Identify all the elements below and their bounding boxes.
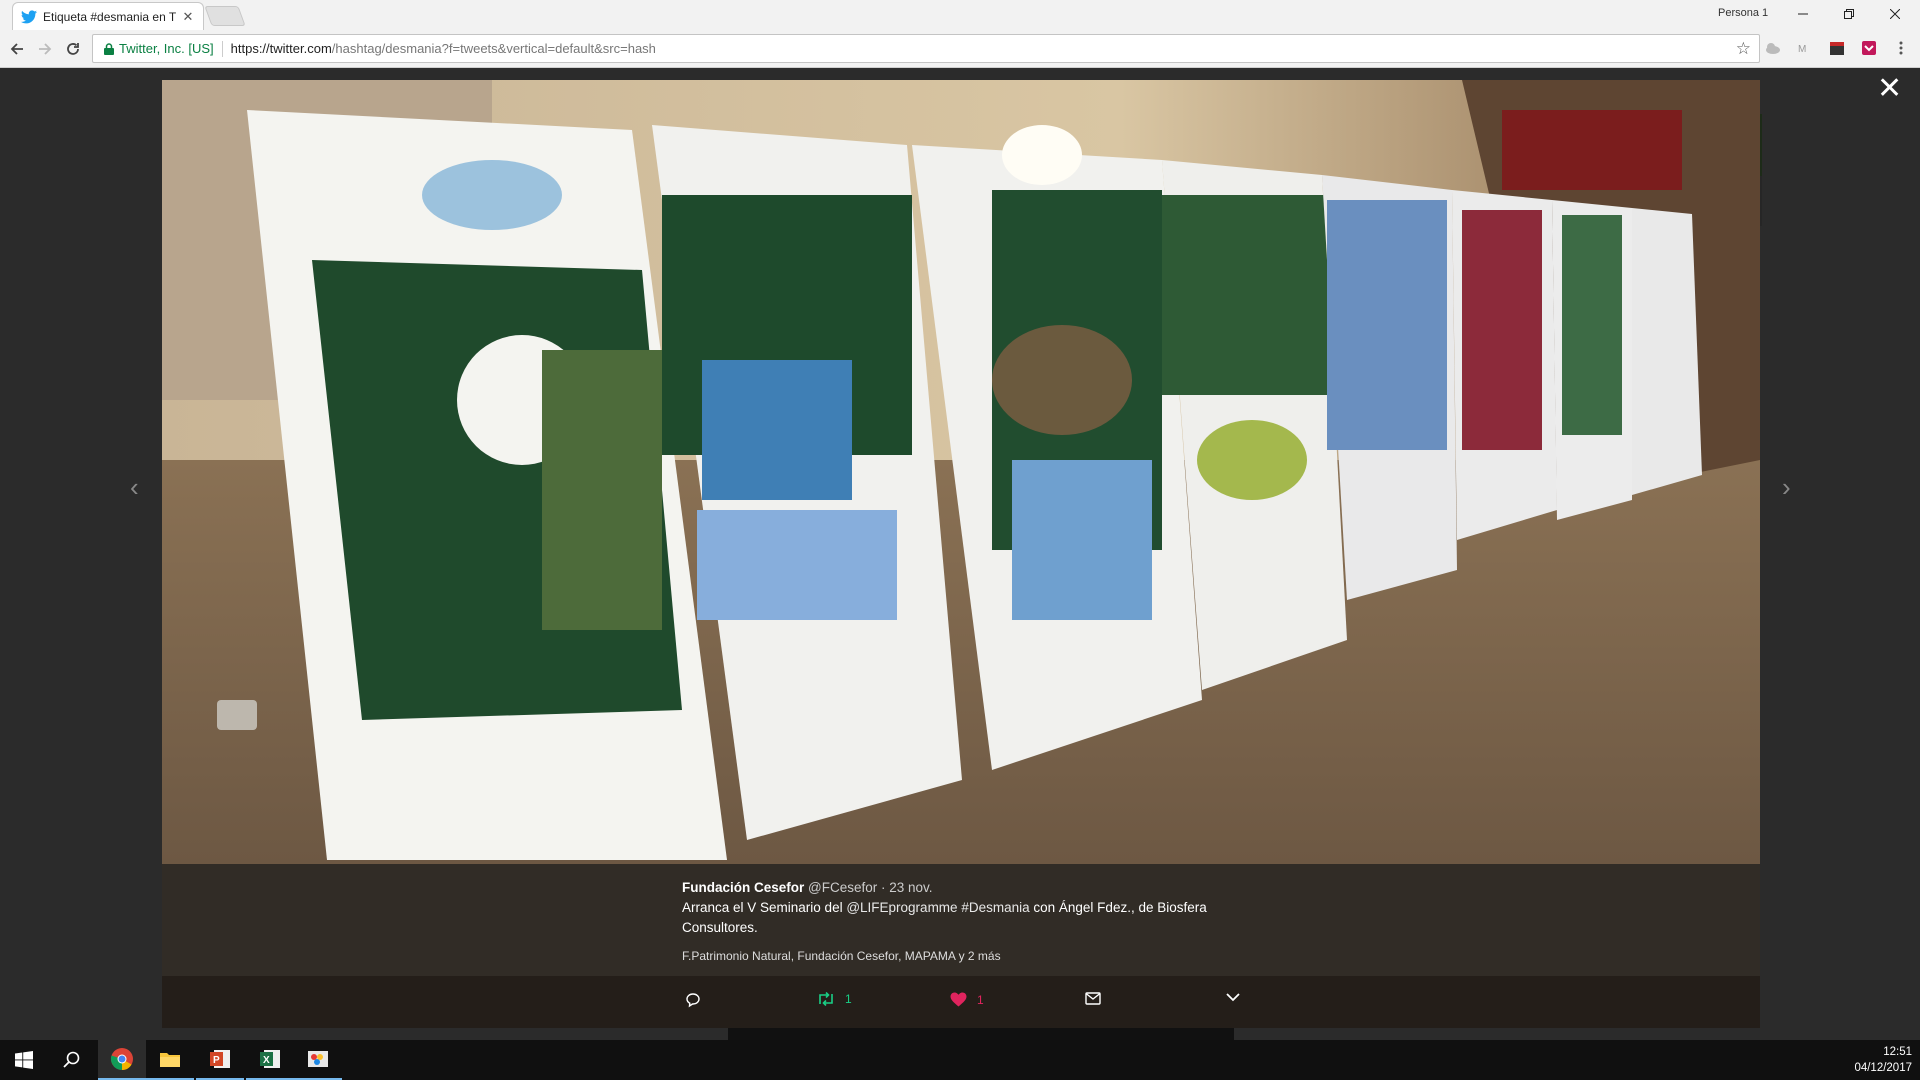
extension-calendar-icon[interactable] [1826, 37, 1848, 59]
profile-button[interactable]: Persona 1 [1718, 7, 1768, 19]
powerpoint-icon[interactable]: P [196, 1040, 244, 1080]
tweet-text-start: Arranca el V Seminario del [682, 900, 847, 915]
tweet-text: Arranca el V Seminario del @LIFEprogramm… [682, 898, 1242, 938]
close-viewer-icon[interactable]: ✕ [1877, 74, 1902, 104]
omnibox-divider [221, 40, 223, 57]
more-options-button[interactable] [1226, 992, 1240, 1002]
url-path: /hashtag/desmania?f=tweets&vertical=defa… [331, 41, 656, 56]
clock-date: 04/12/2017 [1854, 1062, 1912, 1074]
heart-icon [950, 992, 967, 1007]
reply-icon [686, 993, 700, 1008]
svg-text:X: X [263, 1055, 270, 1066]
address-bar[interactable]: Twitter, Inc. [US] https://twitter.com /… [92, 34, 1760, 63]
search-icon[interactable] [48, 1040, 96, 1080]
minimize-icon[interactable] [1780, 0, 1826, 28]
retweet-icon [819, 992, 833, 1006]
tab-close-icon[interactable]: ✕ [181, 9, 195, 25]
extension-pocket-icon[interactable] [1858, 37, 1880, 59]
reload-icon[interactable] [60, 36, 86, 62]
like-button[interactable]: 1 [950, 992, 984, 1007]
extension-m-icon[interactable]: M [1794, 37, 1816, 59]
clock-time: 12:51 [1883, 1046, 1912, 1058]
retweet-button[interactable]: 1 [817, 992, 852, 1006]
tagged-users[interactable]: F.Patrimonio Natural, Fundación Cesefor,… [682, 946, 1242, 966]
hashtag-link[interactable]: #Desmania [961, 900, 1029, 915]
file-explorer-icon[interactable] [146, 1040, 194, 1080]
envelope-icon [1085, 992, 1101, 1005]
chrome-icon[interactable] [98, 1040, 146, 1080]
tweet-header: Fundación Cesefor @FCesefor · 23 nov. [682, 878, 1242, 898]
new-tab-button[interactable] [204, 6, 246, 26]
windows-taskbar: P X 12:51 04/12/2017 [0, 1040, 1920, 1080]
svg-text:P: P [213, 1055, 220, 1066]
restore-icon[interactable] [1826, 0, 1872, 28]
previous-media-icon[interactable]: ‹ [130, 472, 139, 503]
tweet-content: Fundación Cesefor @FCesefor · 23 nov. Ar… [682, 878, 1242, 966]
forward-icon[interactable] [32, 36, 58, 62]
close-window-icon[interactable] [1872, 0, 1918, 28]
chevron-down-icon [1226, 993, 1240, 1002]
reply-button[interactable] [685, 992, 701, 1008]
tweet-photo[interactable] [162, 80, 1760, 864]
retweet-count: 1 [845, 992, 852, 1006]
tweet-date[interactable]: · 23 nov. [881, 880, 933, 895]
system-clock[interactable]: 12:51 04/12/2017 [1854, 1044, 1912, 1076]
svg-text:M: M [1798, 44, 1806, 54]
photo-illustration [162, 80, 1760, 864]
twitter-icon [21, 9, 37, 25]
url-host: https://twitter.com [230, 41, 332, 56]
tab-title: Etiqueta #desmania en T [43, 9, 177, 24]
site-identity[interactable]: Twitter, Inc. [US] [119, 41, 214, 56]
paint-icon[interactable] [294, 1040, 342, 1080]
direct-message-button[interactable] [1085, 992, 1101, 1005]
browser-tab[interactable]: Etiqueta #desmania en T ✕ [12, 2, 204, 30]
excel-icon[interactable]: X [246, 1040, 294, 1080]
menu-icon[interactable] [1890, 37, 1912, 59]
tweet-caption: Fundación Cesefor @FCesefor · 23 nov. Ar… [162, 864, 1760, 976]
lock-icon[interactable] [99, 42, 119, 55]
tweet-actions: 1 1 [162, 976, 1760, 1028]
browser-toolbar: Twitter, Inc. [US] https://twitter.com /… [0, 30, 1920, 68]
mention-link[interactable]: @LIFEprogramme [846, 900, 957, 915]
browser-titlebar: Etiqueta #desmania en T ✕ Persona 1 [0, 0, 1920, 30]
extension-cloud-icon[interactable] [1762, 37, 1784, 59]
back-icon[interactable] [4, 36, 30, 62]
author-name[interactable]: Fundación Cesefor [682, 880, 804, 895]
bookmark-star-icon[interactable]: ☆ [1736, 39, 1751, 59]
start-icon[interactable] [0, 1040, 48, 1080]
author-handle[interactable]: @FCesefor [808, 880, 877, 895]
viewer-bottom-strip [728, 1028, 1234, 1040]
next-media-icon[interactable]: › [1782, 472, 1791, 503]
like-count: 1 [977, 992, 984, 1007]
